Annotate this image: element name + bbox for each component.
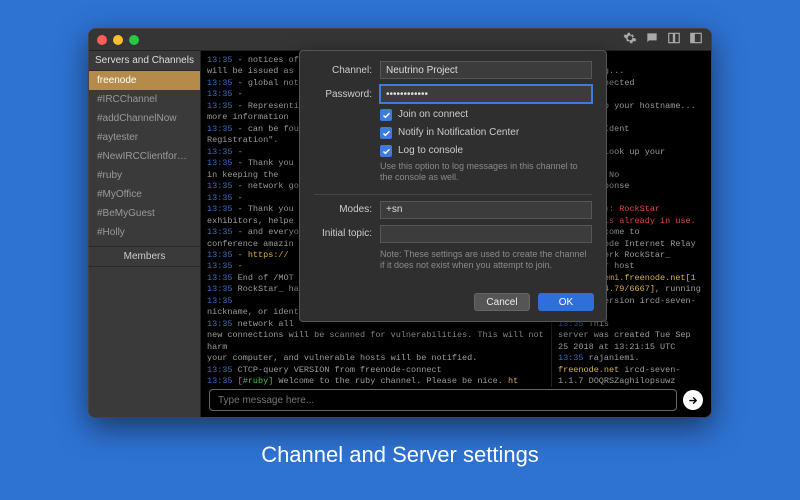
message-input-bar: [201, 387, 711, 417]
topic-label: Initial topic:: [314, 228, 372, 239]
sidebar-header-members: Members: [89, 246, 200, 267]
channel-label: Channel:: [314, 65, 372, 76]
titlebar: [89, 29, 711, 51]
window-controls: [97, 35, 139, 45]
gear-icon[interactable]: [623, 31, 637, 48]
sidebar-item[interactable]: freenode: [89, 71, 200, 90]
cancel-button[interactable]: Cancel: [474, 293, 530, 311]
channel-settings-dialog: Channel: Password: Join on connect Notif…: [299, 50, 607, 322]
join-on-connect-checkbox[interactable]: [380, 109, 392, 121]
notify-center-checkbox[interactable]: [380, 127, 392, 139]
columns-icon[interactable]: [667, 31, 681, 48]
caption: Channel and Server settings: [0, 442, 800, 468]
join-on-connect-label: Join on connect: [398, 109, 468, 120]
password-input[interactable]: [380, 85, 592, 103]
sidebar-header-servers: Servers and Channels: [89, 51, 200, 71]
sidebar-item[interactable]: #ruby: [89, 166, 200, 185]
minimize-window-button[interactable]: [113, 35, 123, 45]
notify-center-label: Notify in Notification Center: [398, 127, 519, 138]
maximize-window-button[interactable]: [129, 35, 139, 45]
sidebar-toggle-icon[interactable]: [689, 31, 703, 48]
sidebar-item[interactable]: #BeMyGuest: [89, 204, 200, 223]
log-console-label: Log to console: [398, 145, 463, 156]
log-console-hint: Use this option to log messages in this …: [380, 161, 592, 184]
log-console-checkbox[interactable]: [380, 145, 392, 157]
ok-button[interactable]: OK: [538, 293, 594, 311]
password-label: Password:: [314, 89, 372, 100]
sidebar-item[interactable]: #IRCChannel: [89, 90, 200, 109]
toolbar: [623, 31, 703, 48]
channel-input[interactable]: [380, 61, 592, 79]
sidebar-item[interactable]: #Holly: [89, 223, 200, 242]
sidebar-item[interactable]: #addChannelNow: [89, 109, 200, 128]
sidebar-item[interactable]: #MyOffice: [89, 185, 200, 204]
send-button[interactable]: [683, 390, 703, 410]
sidebar-item[interactable]: #aytester: [89, 128, 200, 147]
modes-label: Modes:: [314, 204, 372, 215]
modes-input[interactable]: [380, 201, 592, 219]
chat-icon[interactable]: [645, 31, 659, 48]
close-window-button[interactable]: [97, 35, 107, 45]
sidebar-item[interactable]: #NewIRCClientforMAC: [89, 147, 200, 166]
message-input[interactable]: [209, 389, 677, 411]
dialog-note: Note: These settings are used to create …: [380, 249, 592, 272]
topic-input[interactable]: [380, 225, 592, 243]
sidebar: Servers and Channels freenode#IRCChannel…: [89, 51, 201, 417]
